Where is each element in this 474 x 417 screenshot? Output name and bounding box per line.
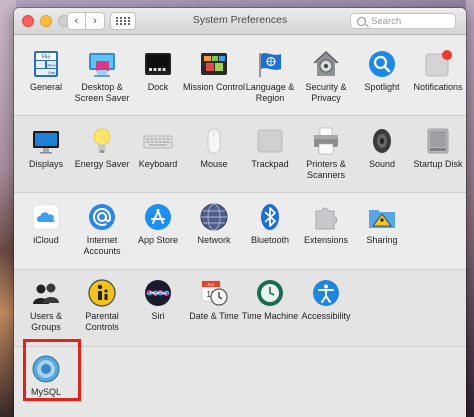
light-bulb-icon (87, 126, 117, 156)
pane-label: iCloud (33, 235, 59, 245)
pane-label: Language & Region (245, 82, 295, 103)
pane-label: Siri (151, 311, 165, 321)
at-sign-icon (87, 202, 117, 232)
pane-label: Extensions (303, 235, 349, 245)
keyboard-icon (143, 126, 173, 156)
general-icon-file-text: File (42, 55, 51, 61)
pane-label: Security & Privacy (305, 82, 347, 103)
siri-icon (143, 278, 173, 308)
pane-desktop-screen-saver[interactable]: Desktop & Screen Saver (70, 49, 134, 104)
search-placeholder: Search (371, 15, 402, 27)
pane-icloud[interactable]: iCloud (14, 202, 78, 246)
pane-energy-saver[interactable]: Energy Saver (70, 126, 134, 170)
mission-control-icon (199, 49, 229, 79)
pane-label: Accessibility (301, 311, 351, 321)
desktop-wallpaper-right (466, 0, 474, 417)
pane-startup-disk[interactable]: Startup Disk (406, 126, 466, 170)
pane-siri[interactable]: Siri (126, 278, 190, 322)
system-preferences-window: ‹ › System Preferences Search File New O… (14, 8, 466, 417)
pane-label: Bluetooth (250, 235, 290, 245)
pane-label: Network (197, 235, 231, 245)
pane-label: General (29, 82, 63, 92)
pane-label: Energy Saver (74, 159, 130, 169)
pane-label: Date & Time (189, 311, 239, 321)
mysql-highlight-box (23, 339, 81, 401)
pane-sound[interactable]: Sound (350, 126, 414, 170)
general-icon-one-text: One (48, 70, 56, 75)
pane-label: Parental Controls (85, 311, 119, 332)
language-flag-icon (255, 49, 285, 79)
puzzle-piece-icon (311, 202, 341, 232)
pane-keyboard[interactable]: Keyboard (126, 126, 190, 170)
house-lock-icon (311, 49, 341, 79)
pane-label: Displays (28, 159, 63, 169)
pane-network[interactable]: Network (182, 202, 246, 246)
pane-accessibility[interactable]: Accessibility (294, 278, 358, 322)
pane-label: Keyboard (138, 159, 178, 169)
pane-time-machine[interactable]: Time Machine (238, 278, 302, 322)
pane-spotlight[interactable]: Spotlight (350, 49, 414, 93)
hard-drive-icon (423, 126, 453, 156)
users-icon (31, 278, 61, 308)
pane-printers-scanners[interactable]: Printers & Scanners (294, 126, 358, 181)
sharing-folder-icon (367, 202, 397, 232)
pane-internet-accounts[interactable]: Internet Accounts (70, 202, 134, 257)
pane-label: Spotlight (364, 82, 400, 92)
general-icon: File New One (31, 49, 61, 79)
pane-language-region[interactable]: Language & Region (238, 49, 302, 104)
printer-icon (311, 126, 341, 156)
pane-label: Mission Control (182, 82, 246, 92)
trackpad-icon (255, 126, 285, 156)
title-bar[interactable]: ‹ › System Preferences Search (14, 8, 466, 35)
pane-mission-control[interactable]: Mission Control (182, 49, 246, 93)
pane-label: Startup Disk (413, 159, 463, 169)
pane-label: Notifications (413, 82, 463, 92)
general-icon-new-text: New (47, 63, 55, 68)
pane-extensions[interactable]: Extensions (294, 202, 358, 246)
calendar-clock-icon: JUL 17 (199, 278, 229, 308)
pane-label: Sound (368, 159, 396, 169)
pane-label: Users & Groups (29, 311, 62, 332)
pane-sharing[interactable]: Sharing (350, 202, 414, 246)
icloud-icon (31, 202, 61, 232)
pane-mouse[interactable]: Mouse (182, 126, 246, 170)
bluetooth-icon (255, 202, 285, 232)
pane-users-groups[interactable]: Users & Groups (14, 278, 78, 333)
pane-parental-controls[interactable]: Parental Controls (70, 278, 134, 333)
pane-label: Dock (147, 82, 169, 92)
display-icon (31, 126, 61, 156)
pane-label: Sharing (366, 235, 398, 245)
pane-displays[interactable]: Displays (14, 126, 78, 170)
speaker-icon (367, 126, 397, 156)
mouse-icon (199, 126, 229, 156)
pane-label: Desktop & Screen Saver (74, 82, 130, 103)
parental-controls-icon (87, 278, 117, 308)
pane-dock[interactable]: Dock (126, 49, 190, 93)
other-row (14, 347, 466, 417)
pane-label: Trackpad (251, 159, 289, 169)
desktop-icon (87, 49, 117, 79)
dock-icon (143, 49, 173, 79)
pane-trackpad[interactable]: Trackpad (238, 126, 302, 170)
pane-label: Printers & Scanners (306, 159, 346, 180)
pane-general[interactable]: File New One General (14, 49, 78, 93)
spotlight-icon (367, 49, 397, 79)
globe-icon (199, 202, 229, 232)
pane-notifications[interactable]: Notifications (406, 49, 466, 93)
pane-security-privacy[interactable]: Security & Privacy (294, 49, 358, 104)
pane-date-time[interactable]: JUL 17 Date & Time (182, 278, 246, 322)
pane-label: Time Machine (241, 311, 299, 321)
time-machine-icon (255, 278, 285, 308)
calendar-month-text: JUL (207, 282, 215, 287)
app-store-icon (143, 202, 173, 232)
pane-label: Internet Accounts (83, 235, 121, 256)
search-icon (357, 16, 366, 26)
pane-bluetooth[interactable]: Bluetooth (238, 202, 302, 246)
pane-label: Mouse (200, 159, 228, 169)
notifications-icon (423, 49, 453, 79)
pane-app-store[interactable]: App Store (126, 202, 190, 246)
accessibility-icon (311, 278, 341, 308)
pane-label: App Store (137, 235, 179, 245)
search-field[interactable]: Search (350, 13, 456, 29)
